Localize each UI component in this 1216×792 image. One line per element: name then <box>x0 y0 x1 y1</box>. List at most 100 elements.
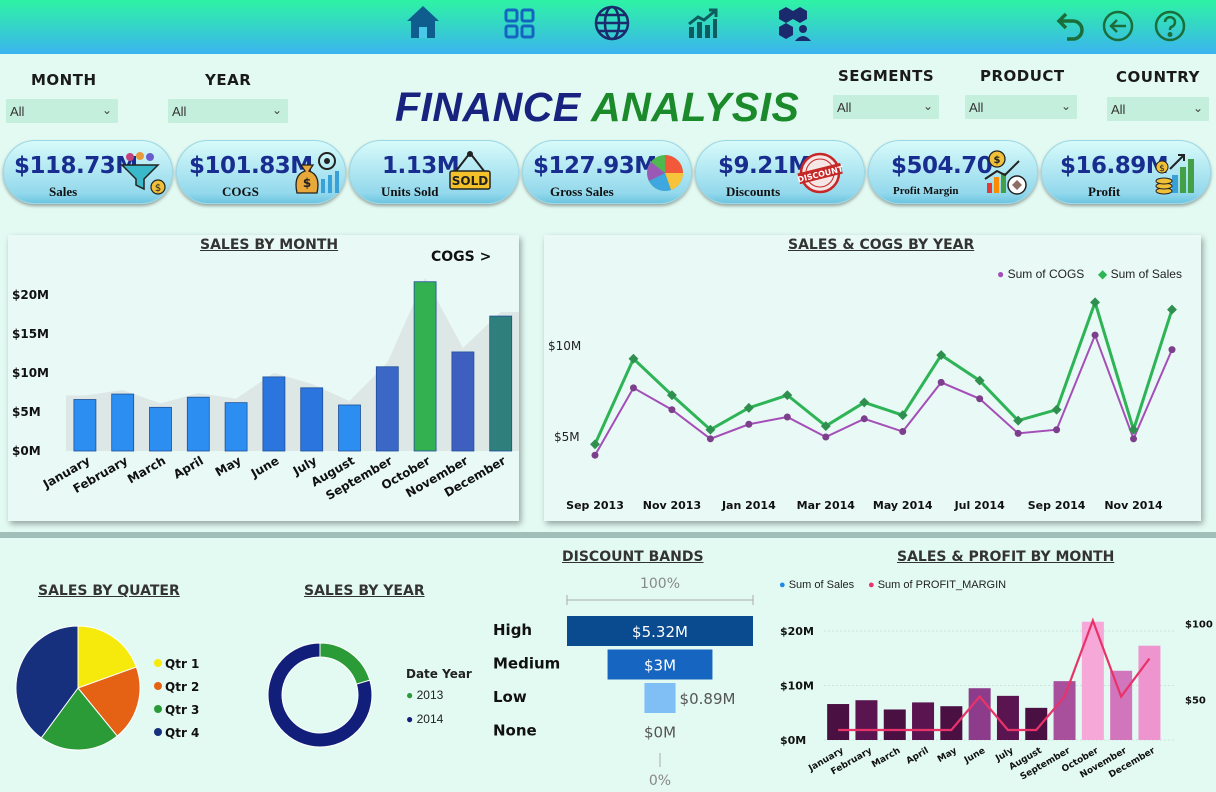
legend-dot <box>154 659 162 667</box>
data-point <box>976 395 984 403</box>
funnel-bracket <box>566 595 754 605</box>
sales-by-year-title: SALES BY YEAR <box>304 583 425 599</box>
kpi-card-sales[interactable]: $118.73M Sales $ <box>3 140 173 204</box>
data-point <box>591 451 599 459</box>
bar <box>375 366 399 452</box>
x-tick-label: May 2014 <box>873 499 933 512</box>
grid-icon[interactable] <box>500 4 540 44</box>
kpi-value: $16.89M <box>1060 153 1169 179</box>
data-point <box>1167 304 1177 315</box>
bar <box>338 404 361 452</box>
title-part1: FINANCE <box>395 84 581 130</box>
kpi-card-discounts[interactable]: $9.21M Discounts DISCOUNT <box>695 140 865 204</box>
kpi-card-profit[interactable]: $16.89M Profit $ <box>1041 140 1211 204</box>
band-label: Medium <box>493 655 560 673</box>
kpi-label: Discounts <box>726 184 781 199</box>
sales-profit-month-chart: $0M$10M$20M $100$50JanuaryFebruaryMarch Ap… <box>780 617 1213 783</box>
data-point <box>706 435 714 443</box>
discount-stamp-icon: DISCOUNT <box>796 149 846 197</box>
segments-dropdown-value: All <box>837 100 852 115</box>
data-point <box>1091 331 1099 339</box>
legend-label: Qtr 4 <box>165 726 199 740</box>
kpi-label: COGS <box>222 184 259 199</box>
help-icon[interactable] <box>1150 6 1190 46</box>
legend-label: Qtr 1 <box>165 657 199 671</box>
y-tick-label: $10M <box>12 366 49 380</box>
product-dropdown[interactable]: All ⌄ <box>965 95 1077 119</box>
x-tick-label: Sep 2013 <box>566 499 624 512</box>
svg-text:$: $ <box>994 155 1001 166</box>
legend-profit-margin: ● Sum of PROFIT_MARGIN <box>868 579 1007 591</box>
country-dropdown[interactable]: All ⌄ <box>1107 97 1209 121</box>
svg-text:$: $ <box>155 183 161 194</box>
globe-icon[interactable] <box>592 3 632 43</box>
segments-dropdown[interactable]: All ⌄ <box>833 95 939 119</box>
legend-2013: ● 2013 <box>406 688 444 702</box>
chart-icon[interactable] <box>682 4 722 44</box>
country-dropdown-value: All <box>1111 102 1126 117</box>
sales-by-year-chart <box>267 642 373 748</box>
data-point <box>860 415 868 423</box>
kpi-card-profit-margin[interactable]: $504.70 Profit Margin $ <box>868 140 1038 204</box>
y-tick-label: $0M <box>780 734 806 747</box>
top-percent-label: 100% <box>640 576 680 592</box>
legend-dot <box>154 728 162 736</box>
year-dropdown-value: All <box>172 104 187 119</box>
legend-label: Qtr 2 <box>165 680 199 694</box>
sold-sign-icon: SOLD <box>446 149 496 197</box>
pie-icon <box>641 149 691 197</box>
band-label: High <box>493 621 532 639</box>
data-point <box>937 378 945 386</box>
home-icon[interactable] <box>403 2 443 42</box>
chevron-down-icon: ⌄ <box>101 103 112 117</box>
data-point <box>668 406 676 414</box>
bar <box>996 695 1019 740</box>
data-label: $5.32M <box>632 623 688 641</box>
discount-bands-chart: 100% High $5.32M Medium $3M Low $0.89M None $0M 0… <box>493 576 754 789</box>
title-part2: ANALYSIS <box>591 84 800 130</box>
legend-2013-label: 2013 <box>416 688 444 702</box>
x-tick-label: April <box>171 453 206 481</box>
x-tick-label: Nov 2014 <box>1104 499 1163 512</box>
sales-by-quarter-title: SALES BY QUATER <box>38 583 180 599</box>
bottom-percent-label: 0% <box>649 773 671 789</box>
legend-sales-label: Sum of Sales <box>788 579 855 591</box>
users-icon[interactable] <box>774 4 814 44</box>
band-label: None <box>493 722 537 740</box>
kpi-card-units-sold[interactable]: 1.13M Units Sold SOLD <box>349 140 519 204</box>
data-point <box>1053 426 1061 434</box>
bar <box>413 281 437 452</box>
month-dropdown[interactable]: All ⌄ <box>6 99 118 123</box>
data-point <box>1090 297 1101 308</box>
page-title: FINANCE ANALYSIS <box>395 84 825 136</box>
svg-text:$: $ <box>303 176 311 190</box>
bar <box>1025 707 1048 740</box>
donut-slice <box>319 642 371 685</box>
bar <box>940 706 963 740</box>
bar <box>489 315 513 452</box>
date-year-legend-title: Date Year <box>406 667 472 681</box>
bar <box>1110 670 1133 740</box>
segments-filter-label: SEGMENTS <box>838 67 935 85</box>
legend-profit-margin-label: Sum of PROFIT_MARGIN <box>877 579 1007 591</box>
data-point <box>745 420 753 428</box>
product-filter-label: PRODUCT <box>980 67 1065 85</box>
sales-funnel-icon: $ <box>118 149 168 197</box>
undo-icon[interactable] <box>1050 6 1090 46</box>
bar <box>883 709 906 740</box>
back-icon[interactable] <box>1098 6 1138 46</box>
y-right-tick-label: $100 <box>1185 620 1213 631</box>
sales-by-quarter-chart: Qtr 1 Qtr 2 Qtr 3 Qtr 4 <box>15 625 199 751</box>
x-tick-label: April <box>905 746 931 767</box>
x-tick-label: Jul 2014 <box>954 499 1005 512</box>
kpi-card-cogs[interactable]: $101.83M COGS $ <box>176 140 346 204</box>
series-line <box>593 297 1174 445</box>
kpi-label: Profit <box>1088 184 1121 199</box>
kpi-value: $504.70 <box>891 153 993 179</box>
kpi-card-gross-sales[interactable]: $127.93M Gross Sales <box>522 140 692 204</box>
sales-cogs-year-panel: SALES & COGS BY YEAR ● Sum of COGS ◆ Sum… <box>544 235 1201 521</box>
kpi-label: Units Sold <box>381 184 439 199</box>
year-dropdown[interactable]: All ⌄ <box>168 99 288 123</box>
sales-by-month-chart: $0M$5M$10M$15M$20MJanuaryFebruaryMarch Ap… <box>12 277 519 503</box>
kpi-value: $127.93M <box>533 153 657 179</box>
